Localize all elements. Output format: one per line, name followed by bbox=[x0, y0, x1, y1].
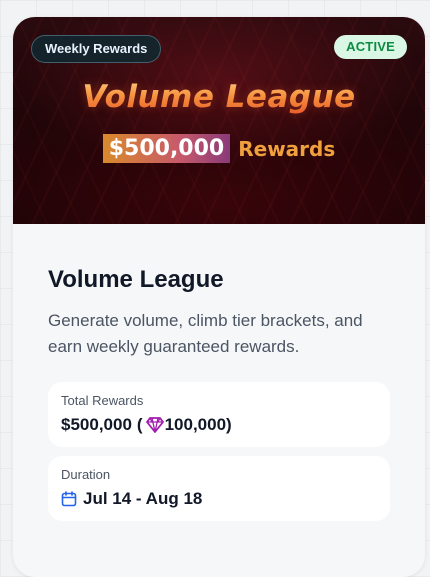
duration-value: Jul 14 - Aug 18 bbox=[61, 489, 377, 509]
banner-title-art: Volume League bbox=[13, 79, 425, 115]
duration-label: Duration bbox=[61, 467, 111, 482]
open-paren: ( bbox=[136, 415, 143, 434]
league-description: Generate volume, climb tier brackets, an… bbox=[48, 311, 363, 356]
league-card[interactable]: Weekly Rewards ACTIVE Volume League $500… bbox=[13, 17, 425, 577]
total-rewards-amount: $500,000 bbox=[61, 415, 132, 434]
total-rewards-value: $500,000 ( 100,000) bbox=[61, 415, 377, 435]
total-rewards-label: Total Rewards bbox=[61, 393, 144, 408]
weekly-rewards-tag: Weekly Rewards bbox=[31, 35, 162, 63]
total-rewards-box: Total Rewards $500,000 ( 100,000) bbox=[48, 382, 390, 447]
league-title: Volume League bbox=[48, 266, 224, 293]
calendar-icon bbox=[61, 491, 77, 507]
duration-dates: Jul 14 - Aug 18 bbox=[83, 489, 203, 508]
banner-reward-amount: $500,000 bbox=[102, 134, 231, 163]
gem-icon bbox=[145, 417, 164, 433]
banner-reward-row: $500,000 Rewards bbox=[13, 134, 425, 163]
league-banner: Weekly Rewards ACTIVE Volume League $500… bbox=[13, 17, 425, 224]
active-status-badge: ACTIVE bbox=[334, 35, 407, 59]
banner-rewards-word: Rewards bbox=[238, 136, 336, 161]
gem-amount: 100,000) bbox=[164, 415, 232, 434]
duration-box: Duration Jul 14 - Aug 18 bbox=[48, 456, 390, 521]
league-details: Volume League Generate volume, climb tie… bbox=[13, 224, 425, 521]
